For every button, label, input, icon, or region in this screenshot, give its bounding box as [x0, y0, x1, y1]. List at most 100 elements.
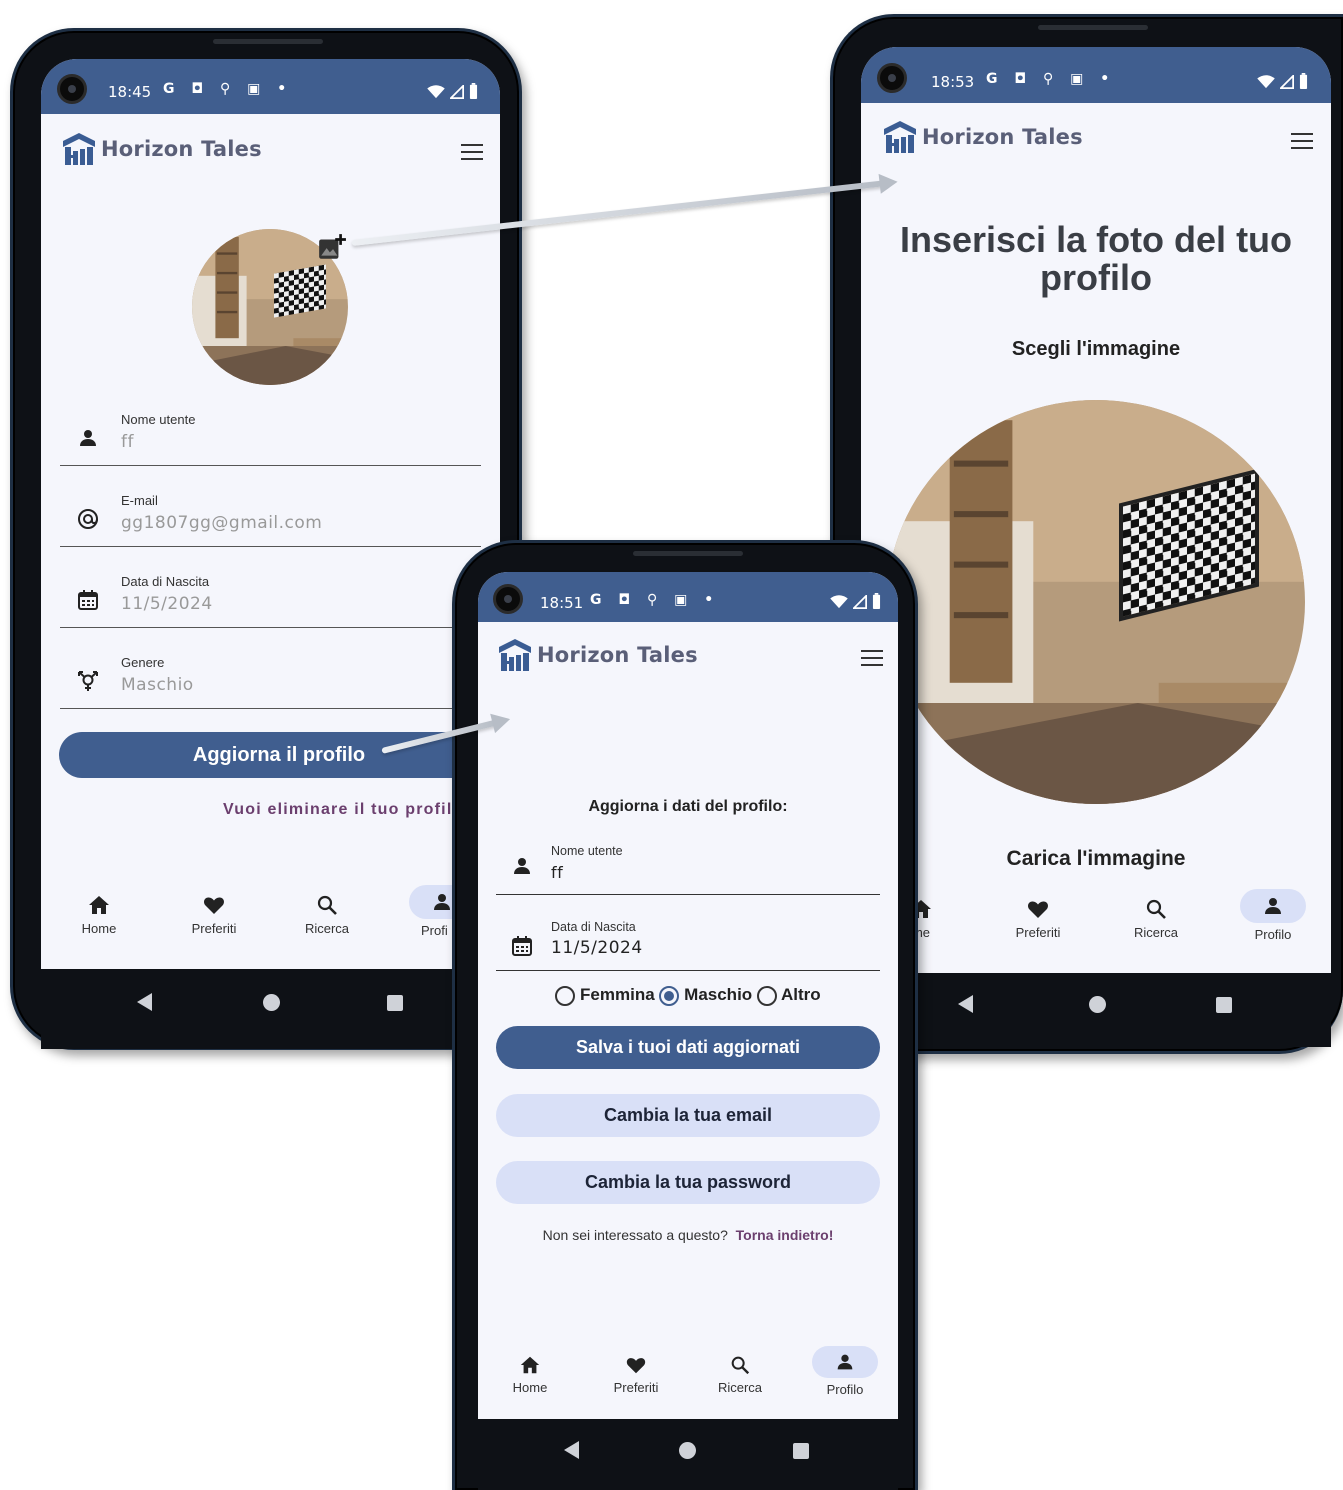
nav-search[interactable]: Ricerca [712, 1354, 768, 1395]
gender-icon [76, 669, 100, 693]
nav-home[interactable]: Home [505, 1354, 555, 1395]
nav-profile[interactable]: Profilo [810, 1346, 880, 1397]
nav-search-label: Ricerca [717, 1380, 763, 1395]
add-photo-icon[interactable] [317, 232, 347, 262]
gender-radio-group: Femmina Maschio Altro [478, 985, 898, 1006]
camera-icon [493, 584, 523, 614]
back-footer: Non sei interessato a questo? Torna indi… [478, 1227, 898, 1243]
screen: 18:45 G ◘ ⚲ ▣ • Horizon Tales Nome utent… [41, 59, 500, 1049]
gender-field[interactable]: Genere Maschio [60, 655, 481, 709]
system-nav [41, 969, 500, 1049]
person-icon [834, 1351, 856, 1373]
search-icon [315, 893, 339, 917]
recent-apps-icon[interactable] [793, 1443, 809, 1459]
heart-icon [625, 1354, 647, 1376]
hamburger-menu-icon[interactable] [461, 144, 483, 160]
nav-profile-label: Profilo [826, 1382, 864, 1397]
radio-maschio[interactable]: Maschio [659, 985, 752, 1006]
email-label: E-mail [121, 493, 158, 508]
radio-altro-circle[interactable] [756, 985, 777, 1006]
birthdate-value: 11/5/2024 [121, 594, 213, 614]
username-value: ff [121, 432, 134, 452]
app-title: Horizon Tales [922, 125, 1083, 149]
change-email-button[interactable]: Cambia la tua email [496, 1094, 880, 1137]
app-bar: Horizon Tales [41, 114, 500, 184]
wifi-icon [1257, 75, 1275, 89]
email-field[interactable]: E-mail gg1807gg@gmail.com [60, 493, 481, 547]
nav-profile[interactable]: Profilo [1235, 889, 1311, 942]
bottom-nav: me Preferiti Ricerca Profilo [861, 889, 1331, 973]
back-icon[interactable] [564, 1441, 579, 1459]
gender-value: Maschio [121, 675, 194, 695]
room-image [887, 400, 1305, 804]
speaker [633, 551, 743, 556]
app-logo[interactable]: Horizon Tales [61, 131, 262, 167]
upload-title: Inserisci la foto del tuo profilo [899, 219, 1293, 298]
username-field[interactable]: Nome utente ff [60, 412, 481, 466]
radio-femmina[interactable]: Femmina [555, 985, 655, 1006]
home-circle-icon[interactable] [263, 994, 280, 1011]
home-circle-icon[interactable] [1089, 996, 1106, 1013]
back-icon[interactable] [958, 995, 973, 1013]
birthdate-label: Data di Nascita [121, 574, 210, 589]
nav-favorites[interactable]: Preferiti [1005, 897, 1071, 940]
signal-icon [1280, 75, 1294, 89]
phone-profile: 18:45 G ◘ ⚲ ▣ • Horizon Tales Nome utent… [10, 28, 522, 1050]
selected-image-preview[interactable] [887, 400, 1305, 804]
back-icon[interactable] [137, 993, 152, 1011]
bottom-nav: Home Preferiti Ricerca Profilo [478, 1344, 898, 1419]
collage: 18:45 G ◘ ⚲ ▣ • Horizon Tales Nome utent… [0, 0, 1343, 1490]
system-nav [861, 973, 1331, 1047]
choose-image-label[interactable]: Scegli l'immagine [881, 338, 1311, 361]
logo-icon [882, 119, 918, 155]
nav-profile-pill [812, 1346, 878, 1378]
calendar-icon [510, 934, 534, 958]
logo-icon [61, 131, 97, 167]
person-icon [510, 854, 534, 878]
nav-favorites[interactable]: Preferiti [181, 893, 247, 936]
home-circle-icon[interactable] [679, 1442, 696, 1459]
recent-apps-icon[interactable] [1216, 997, 1232, 1013]
edit-heading: Aggiorna i dati del profilo: [588, 798, 788, 815]
status-time: 18:51 [540, 594, 584, 612]
delete-profile-link[interactable]: Vuoi eliminare il tuo profil [223, 801, 452, 819]
notification-icons: G ◘ ⚲ ▣ • [986, 71, 1116, 87]
camera-icon [877, 63, 907, 93]
recent-apps-icon[interactable] [387, 995, 403, 1011]
nav-home[interactable]: Home [69, 893, 129, 936]
nav-search[interactable]: Ricerca [1126, 897, 1186, 940]
gender-label: Genere [121, 655, 165, 670]
radio-altro[interactable]: Altro [756, 985, 821, 1006]
battery-icon [1299, 73, 1308, 89]
radio-femmina-circle[interactable] [555, 985, 576, 1006]
camera-icon [57, 74, 87, 104]
nav-search[interactable]: Ricerca [297, 893, 357, 936]
wifi-icon [427, 85, 445, 99]
username-value: ff [551, 863, 564, 882]
phone-edit-profile: 18:51 G ◘ ⚲ ▣ • Horizon Tales Aggiorna i… [452, 540, 918, 1490]
status-time: 18:53 [931, 73, 975, 91]
hamburger-menu-icon[interactable] [861, 650, 883, 666]
change-password-button[interactable]: Cambia la tua password [496, 1161, 880, 1204]
username-field[interactable]: Nome utente ff [496, 842, 880, 895]
nav-search-label: Ricerca [304, 921, 350, 936]
app-bar: Horizon Tales [861, 103, 1331, 173]
username-label: Nome utente [121, 412, 196, 427]
hamburger-menu-icon[interactable] [1291, 133, 1313, 149]
save-data-button[interactable]: Salva i tuoi dati aggiornati [496, 1026, 880, 1069]
bottom-nav: Home Preferiti Ricerca Profi [41, 885, 500, 969]
nav-favorites-label: Preferiti [613, 1380, 659, 1395]
radio-maschio-circle[interactable] [659, 985, 680, 1006]
battery-icon [469, 83, 478, 99]
notification-icons: G ◘ ⚲ ▣ • [163, 81, 293, 97]
tv-screen [274, 264, 326, 318]
birthdate-value: 11/5/2024 [551, 938, 643, 958]
birthdate-field[interactable]: Data di Nascita 11/5/2024 [60, 574, 481, 628]
app-logo[interactable]: Horizon Tales [882, 119, 1083, 155]
upload-image-button[interactable]: Carica l'immagine [881, 847, 1311, 871]
go-back-link[interactable]: Torna indietro! [736, 1227, 834, 1243]
signal-icon [450, 85, 464, 99]
nav-favorites[interactable]: Preferiti [604, 1354, 668, 1395]
app-logo[interactable]: Horizon Tales [497, 637, 698, 673]
birthdate-field[interactable]: Data di Nascita 11/5/2024 [496, 918, 880, 971]
